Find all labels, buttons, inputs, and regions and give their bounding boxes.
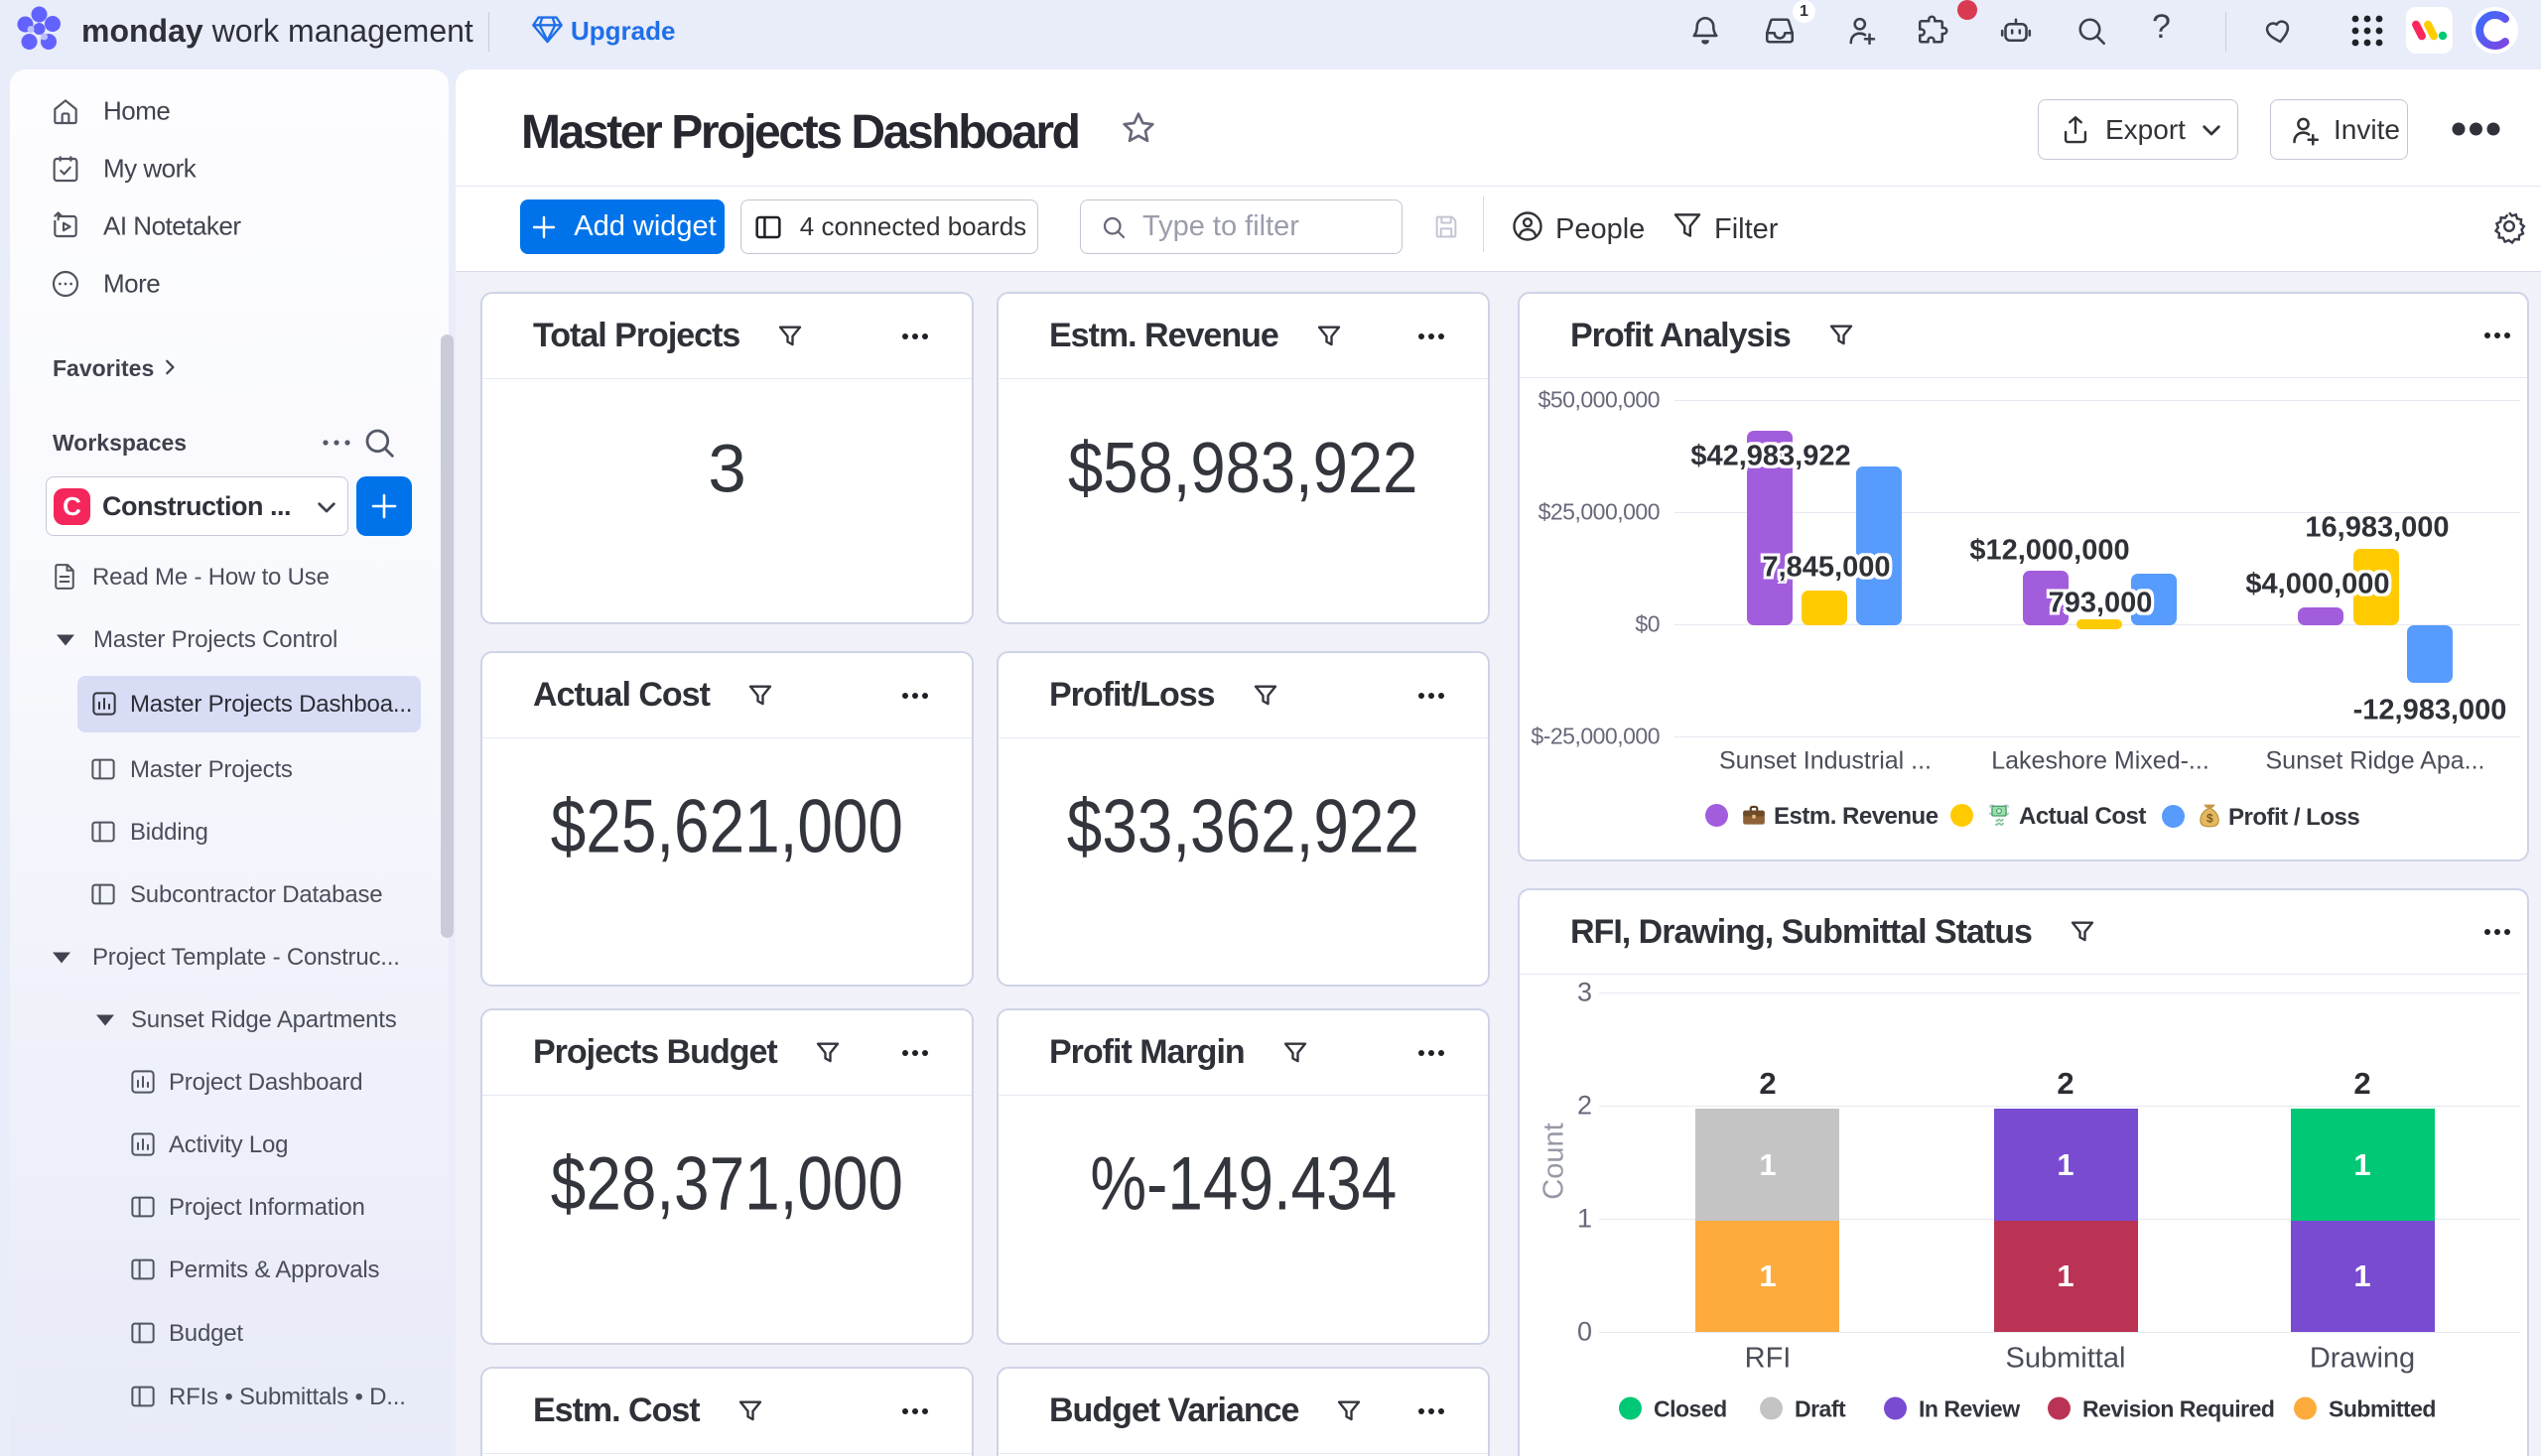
svg-text:$: $ (2207, 812, 2213, 826)
